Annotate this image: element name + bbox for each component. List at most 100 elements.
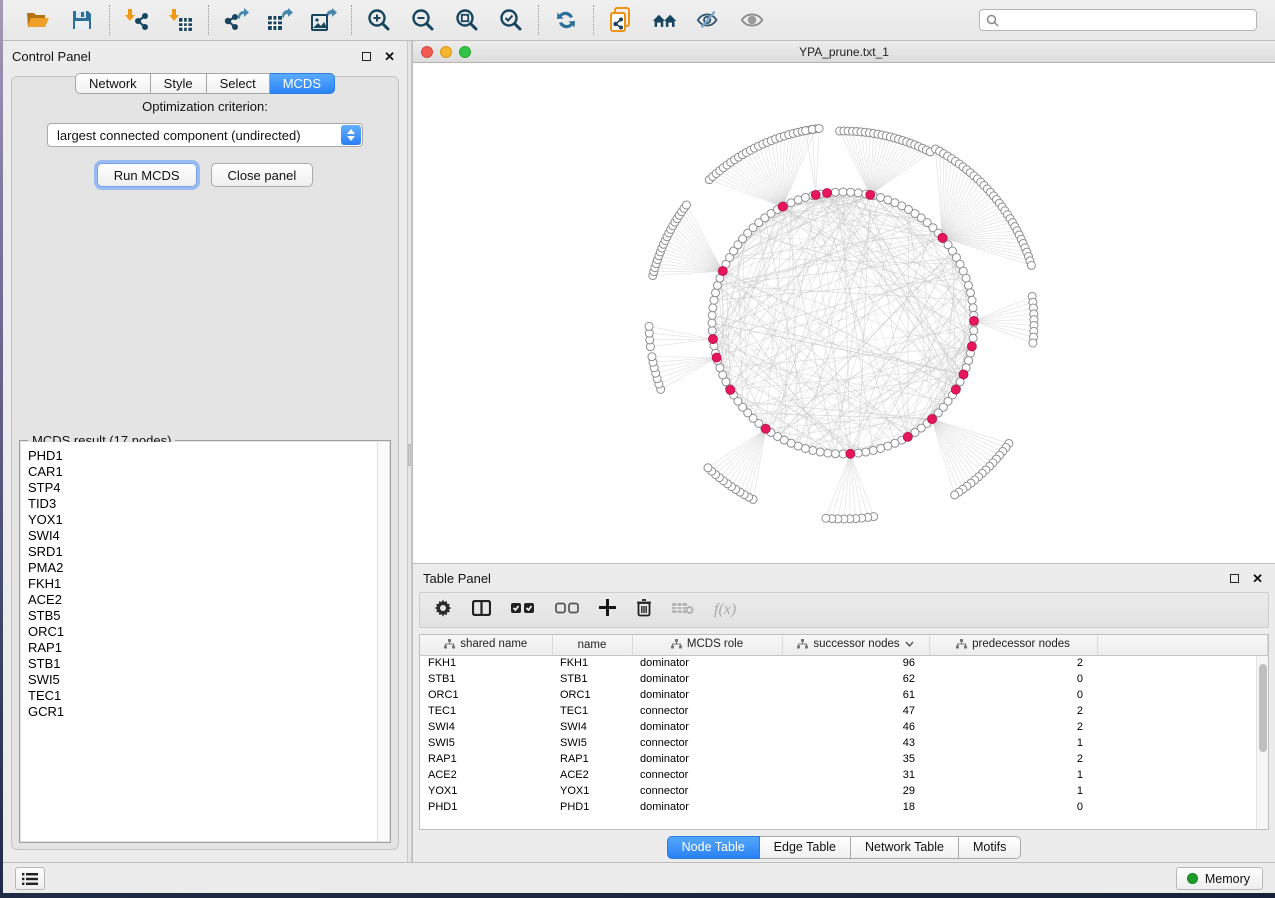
table-settings-gear-icon[interactable] [434, 599, 452, 622]
table-cell: ACE2 [420, 767, 552, 783]
close-panel-button[interactable]: Close panel [211, 163, 314, 187]
table-cell: SWI5 [420, 735, 552, 751]
mcds-result-list[interactable]: PHD1CAR1STP4TID3YOX1SWI4SRD1PMA2FKH1ACE2… [21, 442, 377, 841]
column-header-name[interactable]: name [552, 635, 632, 655]
table-row[interactable]: PHD1PHD1dominator180 [420, 799, 1268, 815]
mcds-result-item[interactable]: STB5 [28, 608, 377, 624]
export-image-icon[interactable] [311, 7, 337, 33]
float-table-panel-icon[interactable] [1230, 574, 1239, 583]
table-row[interactable]: YOX1YOX1connector291 [420, 783, 1268, 799]
table-cell: 2 [929, 655, 1097, 671]
table-cell: PHD1 [552, 799, 632, 815]
mcds-result-item[interactable]: FKH1 [28, 576, 377, 592]
mcds-result-item[interactable]: PHD1 [28, 448, 377, 464]
table-row[interactable]: FKH1FKH1dominator962 [420, 655, 1268, 671]
network-from-file-icon[interactable] [608, 7, 634, 33]
mcds-result-item[interactable]: STB1 [28, 656, 377, 672]
table-row[interactable]: RAP1RAP1dominator352 [420, 751, 1268, 767]
show-all-icon[interactable] [652, 7, 678, 33]
zoom-out-icon[interactable] [410, 7, 436, 33]
network-view-panel: YPA_prune.txt_1 [412, 41, 1275, 563]
zoom-fit-icon[interactable] [454, 7, 480, 33]
mcds-result-item[interactable]: TEC1 [28, 688, 377, 704]
mcds-result-item[interactable]: ORC1 [28, 624, 377, 640]
mcds-result-item[interactable]: GCR1 [28, 704, 377, 720]
add-column-icon[interactable] [599, 599, 616, 621]
table-tabs: Node TableEdge TableNetwork TableMotifs [413, 836, 1275, 859]
split-table-view-icon[interactable] [472, 600, 491, 621]
select-all-rows-icon[interactable] [511, 601, 535, 619]
zoom-in-icon[interactable] [366, 7, 392, 33]
table-cell: 18 [782, 799, 929, 815]
import-network-icon[interactable] [124, 7, 150, 33]
mcds-result-group: MCDS result (17 nodes) PHD1CAR1STP4TID3Y… [19, 440, 391, 843]
table-tab-network-table[interactable]: Network Table [851, 836, 959, 859]
hide-selected-icon[interactable] [696, 7, 722, 33]
table-row[interactable]: SWI4SWI4dominator462 [420, 719, 1268, 735]
table-cell: 2 [929, 703, 1097, 719]
table-tab-edge-table[interactable]: Edge Table [760, 836, 851, 859]
table-tab-node-table[interactable]: Node Table [667, 836, 760, 859]
delete-table-icon [672, 601, 694, 620]
save-session-icon[interactable] [69, 7, 95, 33]
column-header-shared-name[interactable]: shared name [420, 635, 552, 655]
zoom-selected-icon[interactable] [498, 7, 524, 33]
memory-button[interactable]: Memory [1176, 867, 1263, 890]
table-cell [1097, 799, 1268, 815]
table-row[interactable]: ORC1ORC1dominator610 [420, 687, 1268, 703]
mcds-result-item[interactable]: TID3 [28, 496, 377, 512]
open-file-icon[interactable] [25, 7, 51, 33]
tab-select[interactable]: Select [207, 73, 270, 94]
mcds-result-item[interactable]: SWI4 [28, 528, 377, 544]
network-graph[interactable] [413, 63, 1275, 563]
mcds-list-scrollbar[interactable] [377, 442, 389, 841]
network-window-title: YPA_prune.txt_1 [413, 45, 1275, 59]
network-canvas[interactable] [413, 63, 1275, 563]
close-table-panel-icon[interactable]: ✕ [1252, 574, 1263, 583]
export-table-icon[interactable] [267, 7, 293, 33]
import-table-icon[interactable] [168, 7, 194, 33]
table-toolbar: f(x) [419, 592, 1269, 628]
table-row[interactable]: SWI5SWI5connector431 [420, 735, 1268, 751]
mcds-result-item[interactable]: SWI5 [28, 672, 377, 688]
mcds-result-item[interactable]: STP4 [28, 480, 377, 496]
delete-column-icon[interactable] [636, 598, 652, 622]
table-tab-motifs[interactable]: Motifs [959, 836, 1021, 859]
table-cell [1097, 703, 1268, 719]
table-cell: dominator [632, 655, 782, 671]
mcds-result-item[interactable]: PMA2 [28, 560, 377, 576]
tab-style[interactable]: Style [151, 73, 207, 94]
run-mcds-button[interactable]: Run MCDS [97, 163, 197, 187]
close-panel-icon[interactable]: ✕ [384, 52, 395, 61]
column-header-MCDS-role[interactable]: MCDS role [632, 635, 782, 655]
table-cell: 47 [782, 703, 929, 719]
table-cell [1097, 767, 1268, 783]
float-panel-icon[interactable] [362, 52, 371, 61]
table-cell: SWI5 [552, 735, 632, 751]
search-box[interactable] [979, 9, 1257, 31]
mcds-result-item[interactable]: RAP1 [28, 640, 377, 656]
mcds-result-item[interactable]: YOX1 [28, 512, 377, 528]
column-header-predecessor-nodes[interactable]: predecessor nodes [929, 635, 1097, 655]
column-header-successor-nodes[interactable]: successor nodes [782, 635, 929, 655]
mcds-result-item[interactable]: SRD1 [28, 544, 377, 560]
task-history-button[interactable] [15, 867, 45, 890]
table-scrollbar[interactable] [1256, 656, 1268, 829]
criterion-select[interactable]: largest connected component (undirected) [47, 123, 363, 147]
tab-mcds[interactable]: MCDS [270, 73, 335, 94]
search-input[interactable] [999, 13, 1250, 27]
table-scrollbar-thumb[interactable] [1259, 664, 1267, 752]
table-cell: 0 [929, 687, 1097, 703]
table-row[interactable]: ACE2ACE2connector311 [420, 767, 1268, 783]
mcds-result-item[interactable]: ACE2 [28, 592, 377, 608]
mcds-result-item[interactable]: CAR1 [28, 464, 377, 480]
table-row[interactable]: STB1STB1dominator620 [420, 671, 1268, 687]
refresh-icon[interactable] [553, 7, 579, 33]
deselect-all-rows-icon[interactable] [555, 601, 579, 619]
splitter-grip[interactable] [408, 444, 411, 466]
show-hidden-icon[interactable] [740, 7, 766, 33]
table-cell: YOX1 [552, 783, 632, 799]
tab-network[interactable]: Network [75, 73, 151, 94]
export-network-icon[interactable] [223, 7, 249, 33]
table-row[interactable]: TEC1TEC1connector472 [420, 703, 1268, 719]
